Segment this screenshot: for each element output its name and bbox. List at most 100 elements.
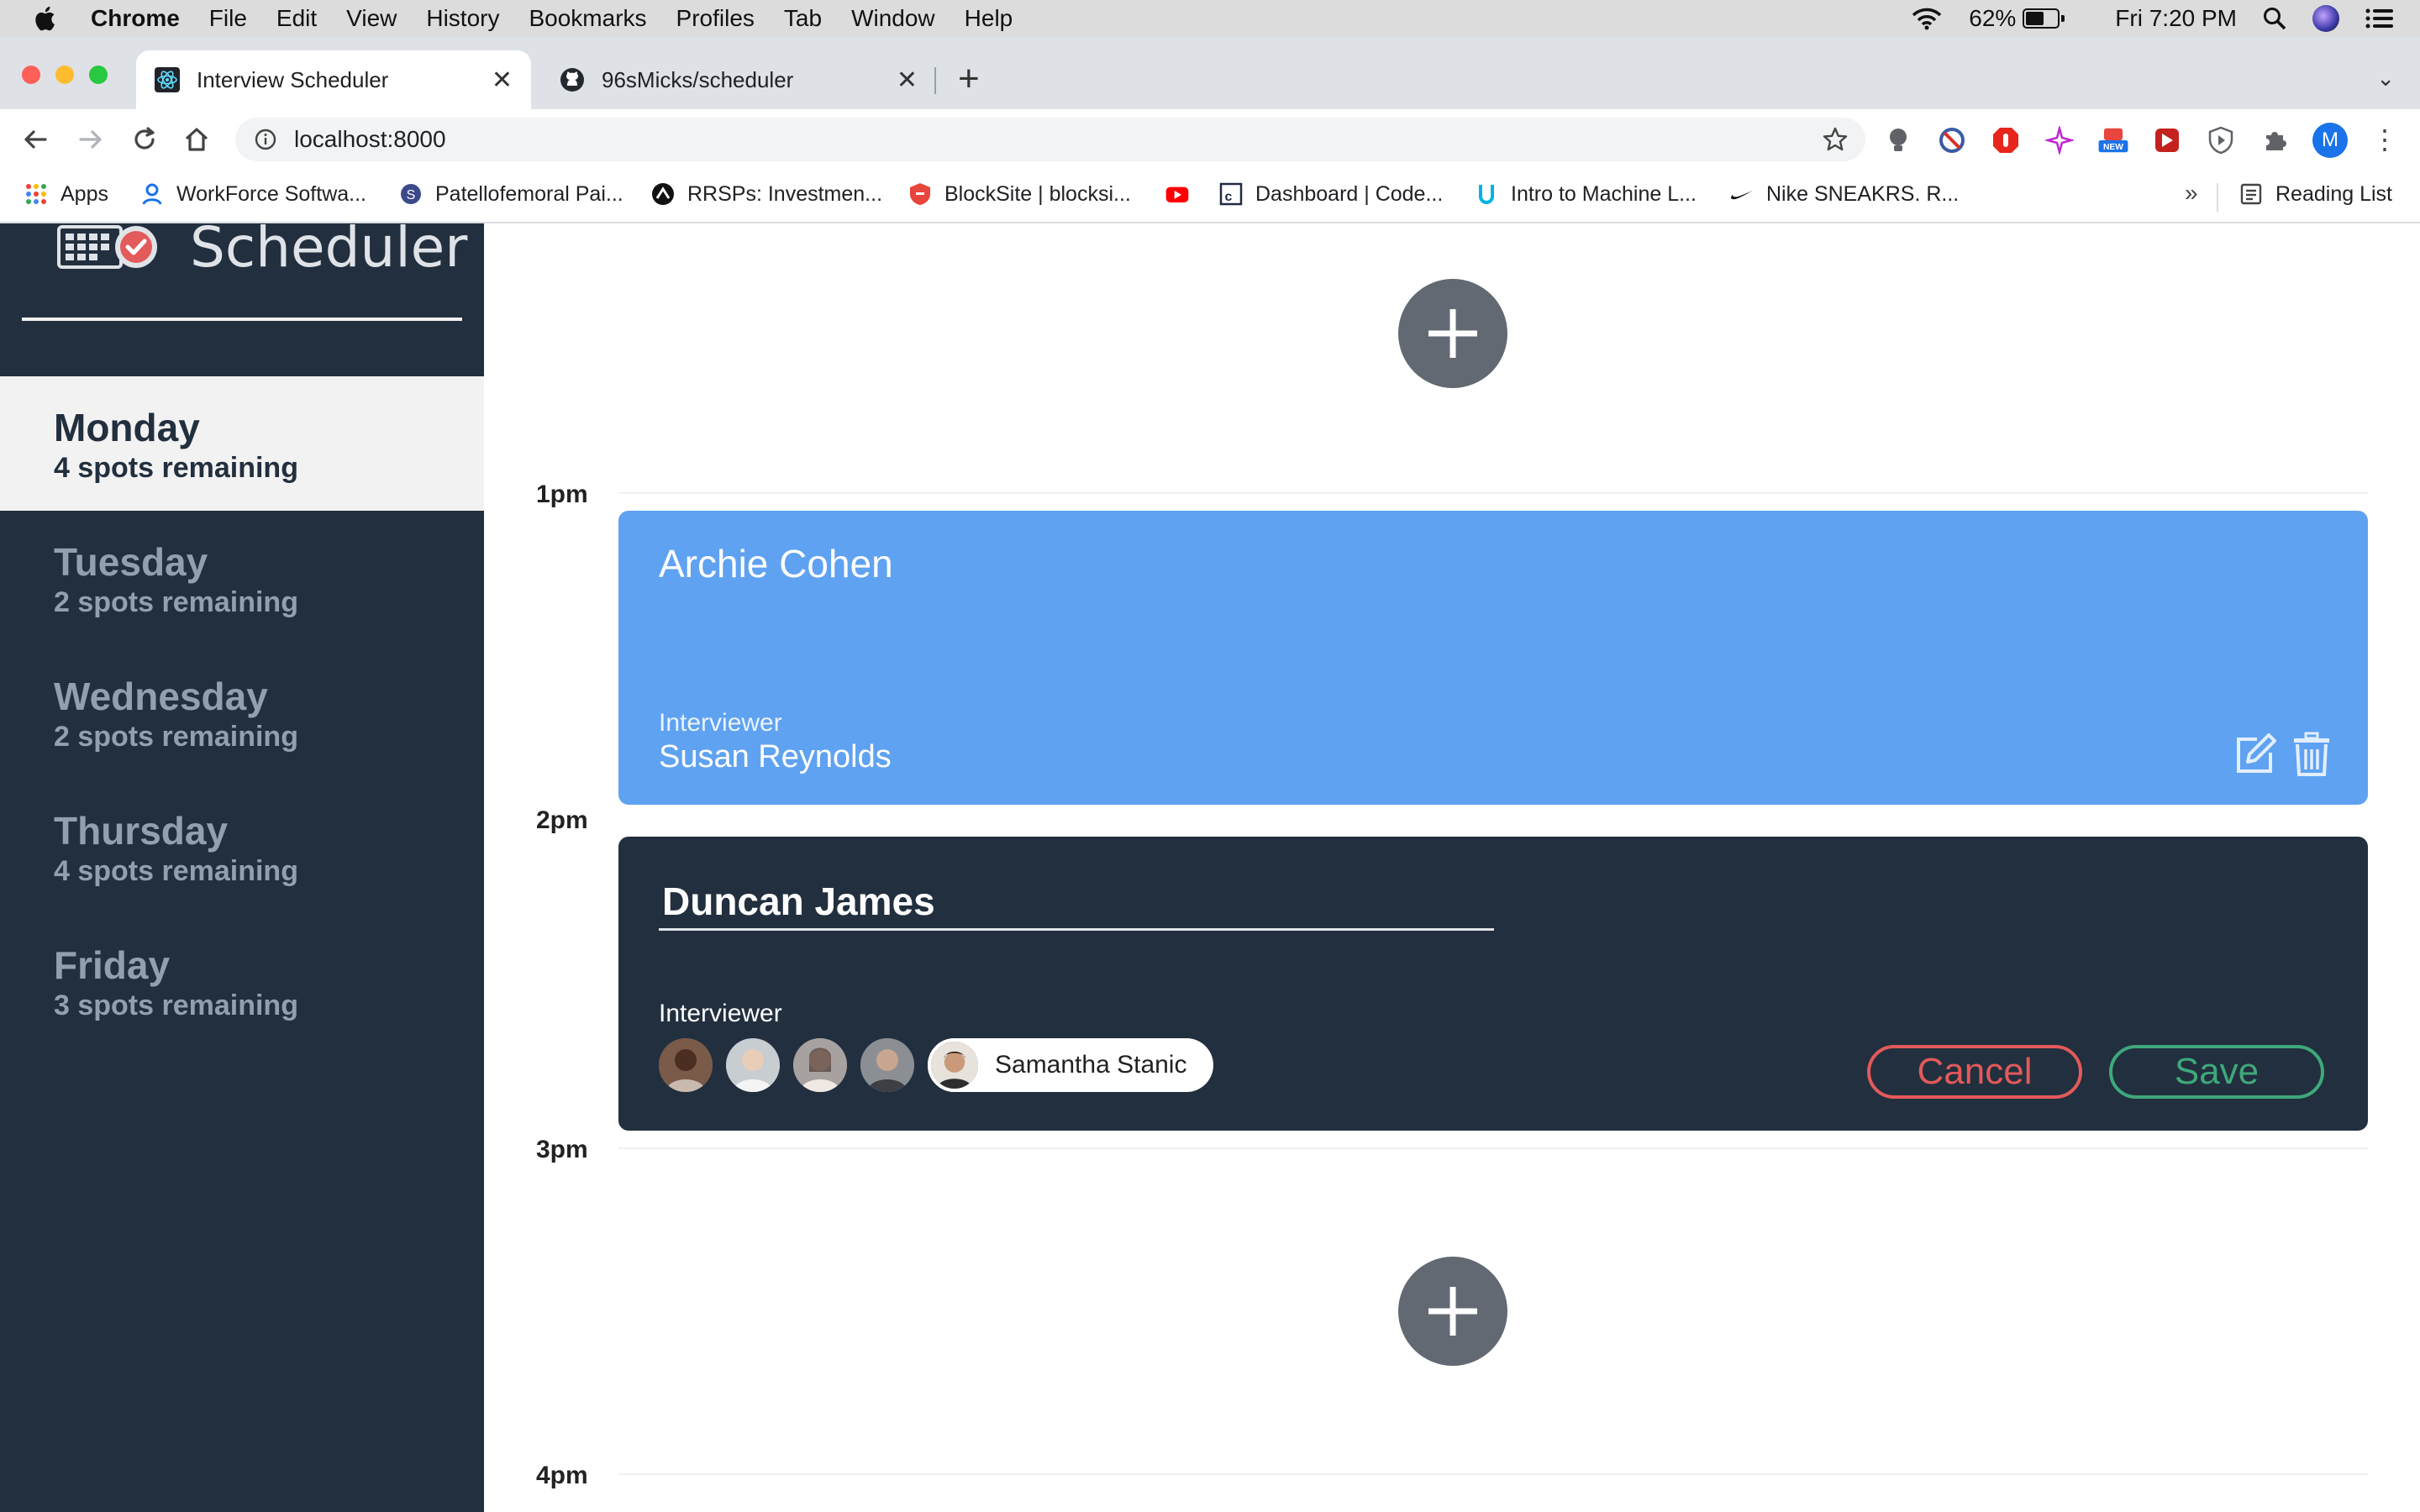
bookmark-nike[interactable]: Nike SNEAKRS. R...	[1729, 181, 1959, 207]
interviewer-selected[interactable]: Samantha Stanic	[928, 1038, 1214, 1092]
rrsps-favicon-icon	[652, 183, 674, 205]
minimize-window-button[interactable]	[55, 66, 74, 84]
tab-github-scheduler[interactable]: 96sMicks/scheduler ✕	[541, 50, 936, 109]
time-divider	[618, 492, 2368, 494]
menu-history[interactable]: History	[426, 5, 499, 32]
add-appointment-button[interactable]	[1398, 279, 1507, 388]
tab-title: Interview Scheduler	[197, 66, 389, 92]
github-favicon-icon	[560, 68, 584, 92]
menu-profiles[interactable]: Profiles	[676, 5, 755, 32]
sparkle-extension-icon[interactable]	[2044, 124, 2075, 156]
interviewer-avatar	[928, 1038, 981, 1092]
apps-grid-icon	[26, 184, 46, 204]
day-item-wednesday[interactable]: Wednesday 2 spots remaining	[0, 645, 484, 780]
menu-chrome[interactable]: Chrome	[91, 5, 180, 32]
lightbulb-extension-icon[interactable]	[1882, 124, 1914, 156]
day-spots: 4 spots remaining	[54, 855, 298, 887]
bookmark-label: RRSPs: Investmen...	[687, 181, 883, 206]
day-item-tuesday[interactable]: Tuesday 2 spots remaining	[0, 511, 484, 645]
day-item-friday[interactable]: Friday 3 spots remaining	[0, 914, 484, 1048]
new-tab-button[interactable]: +	[958, 60, 980, 97]
person-avatar-icon	[726, 1038, 780, 1092]
interviewer-avatar[interactable]	[860, 1038, 914, 1092]
time-divider	[618, 1147, 2368, 1149]
add-appointment-button[interactable]	[1398, 1257, 1507, 1366]
forward-arrow-icon[interactable]	[76, 124, 106, 155]
bookmark-patellofemoral[interactable]: S Patellofemoral Pai...	[398, 181, 623, 207]
patellofemoral-favicon-icon: S	[401, 184, 421, 204]
reading-list-icon	[2240, 183, 2262, 205]
site-info-icon[interactable]	[254, 128, 277, 151]
bookmark-blocksite[interactable]: BlockSite | blocksi...	[908, 181, 1131, 207]
bookmarks-separator	[2217, 183, 2218, 212]
close-tab-icon[interactable]: ✕	[897, 66, 918, 95]
logo-text: Scheduler	[190, 223, 468, 280]
time-divider	[618, 1473, 2368, 1475]
bookmark-apps[interactable]: Apps	[24, 181, 108, 207]
zoom-window-button[interactable]	[89, 66, 108, 84]
save-button[interactable]: Save	[2109, 1045, 2324, 1099]
reading-list-button[interactable]: Reading List	[2238, 181, 2392, 207]
address-bar[interactable]: localhost:8000	[235, 118, 1865, 161]
chrome-menu-icon[interactable]: ⋮	[2371, 124, 2398, 155]
interviewer-avatar[interactable]	[793, 1038, 847, 1092]
reload-icon[interactable]	[129, 124, 160, 155]
adblock-extension-icon[interactable]	[1990, 124, 2022, 156]
battery-indicator[interactable]: 62%	[1969, 5, 2065, 32]
blocksite-favicon-icon	[910, 183, 930, 205]
bookmark-workforce[interactable]: WorkForce Softwa...	[139, 181, 366, 207]
bookmark-youtube[interactable]	[1165, 181, 1202, 207]
workforce-favicon-icon	[142, 183, 162, 205]
tab-search-chevron-icon[interactable]: ⌄	[2376, 66, 2395, 92]
youtube-favicon-icon	[1165, 186, 1189, 202]
menu-help[interactable]: Help	[965, 5, 1013, 32]
browser-toolbar: localhost:8000 NEW M ⋮	[0, 109, 2420, 170]
interviewer-avatar[interactable]	[659, 1038, 713, 1092]
menu-window[interactable]: Window	[851, 5, 935, 32]
day-name: Wednesday	[54, 675, 268, 718]
close-window-button[interactable]	[22, 66, 40, 84]
sidebar: Scheduler Monday 4 spots remaining Tuesd…	[0, 223, 484, 1512]
siri-icon[interactable]	[2312, 5, 2339, 32]
menu-edit[interactable]: Edit	[276, 5, 317, 32]
cancel-button[interactable]: Cancel	[1867, 1045, 2082, 1099]
menu-bookmarks[interactable]: Bookmarks	[529, 5, 646, 32]
shield-extension-icon[interactable]	[2205, 124, 2237, 156]
day-item-monday[interactable]: Monday 4 spots remaining	[0, 376, 484, 511]
edit-icon[interactable]	[2232, 731, 2279, 778]
menu-view[interactable]: View	[346, 5, 397, 32]
day-item-thursday[interactable]: Thursday 4 spots remaining	[0, 780, 484, 914]
interviewer-avatar[interactable]	[726, 1038, 780, 1092]
spotlight-search-icon[interactable]	[2262, 6, 2287, 31]
udacity-favicon-icon	[1479, 185, 1494, 204]
wifi-icon[interactable]	[1910, 6, 1944, 31]
bookmarks-overflow-button[interactable]: »	[2185, 180, 2198, 207]
close-tab-icon[interactable]: ✕	[492, 66, 513, 95]
menu-tab[interactable]: Tab	[784, 5, 822, 32]
apple-logo-icon[interactable]	[32, 4, 60, 33]
day-spots: 3 spots remaining	[54, 990, 298, 1021]
delete-trash-icon[interactable]	[2292, 731, 2331, 778]
media-extension-icon[interactable]	[2151, 124, 2183, 156]
bookmark-rrsps[interactable]: RRSPs: Investmen...	[650, 181, 882, 207]
interviewer-label: Interviewer	[659, 709, 782, 737]
day-name: Thursday	[54, 809, 229, 853]
tab-interview-scheduler[interactable]: Interview Scheduler ✕	[136, 50, 531, 109]
bookmark-star-icon[interactable]	[1822, 126, 1849, 153]
control-center-icon[interactable]	[2365, 7, 2395, 30]
url-text[interactable]: localhost:8000	[294, 126, 446, 153]
block-extension-icon[interactable]	[1936, 124, 1968, 156]
new-badge-extension-icon[interactable]: NEW	[2097, 124, 2129, 156]
menu-clock[interactable]: Fri 7:20 PM	[2115, 5, 2237, 32]
profile-avatar[interactable]: M	[2312, 123, 2348, 158]
bookmark-intro-ml[interactable]: Intro to Machine L...	[1474, 181, 1697, 207]
bookmark-dashboard[interactable]: c Dashboard | Code...	[1218, 181, 1443, 207]
home-icon[interactable]	[182, 124, 212, 155]
extensions-puzzle-icon[interactable]	[2259, 124, 2291, 156]
student-name-input[interactable]	[659, 874, 1494, 931]
menu-file[interactable]: File	[209, 5, 247, 32]
tab-title: 96sMicks/scheduler	[602, 66, 794, 92]
bookmark-label: Reading List	[2275, 181, 2392, 206]
back-arrow-icon[interactable]	[20, 124, 50, 155]
bookmarks-bar: Apps WorkForce Softwa... S Patellofemora…	[0, 170, 2420, 223]
